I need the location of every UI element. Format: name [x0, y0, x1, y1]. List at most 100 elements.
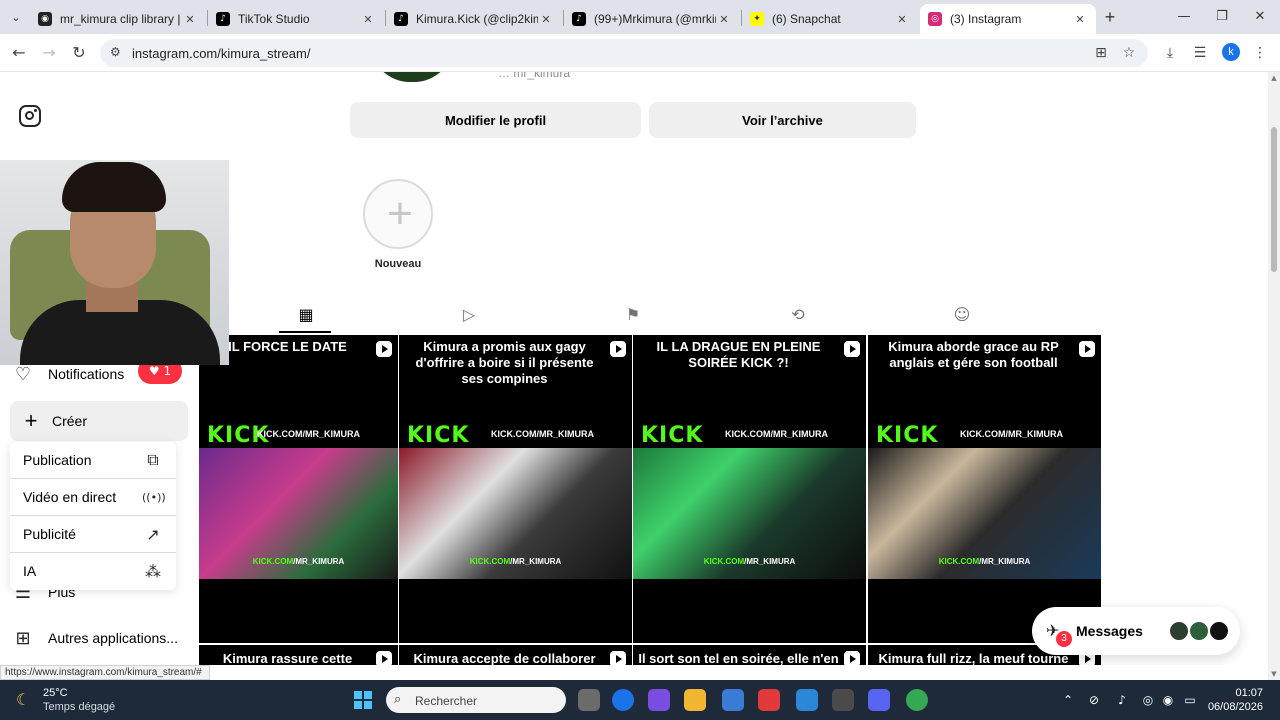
store-icon[interactable] — [722, 689, 744, 711]
location-off-icon[interactable]: ⊘ — [1086, 692, 1102, 708]
scroll-thumb[interactable] — [1271, 127, 1277, 272]
clock-date[interactable]: 06/08/2026 — [1205, 701, 1263, 713]
browser-tab[interactable]: ♪ TikTok Studio ✕ — [208, 4, 384, 34]
site-info-icon[interactable]: ⚙ — [110, 45, 124, 61]
profile-avatar-image[interactable] — [370, 72, 454, 82]
discord-icon[interactable] — [868, 689, 890, 711]
media-control-icon[interactable]: ☰ — [1190, 43, 1210, 63]
volume-icon[interactable]: ◉ — [1160, 692, 1176, 708]
clock-time[interactable]: 01:07 — [1225, 687, 1263, 699]
post-tile[interactable]: Kimura rassure cette femme qu'elle ne ri… — [199, 645, 398, 665]
reel-icon — [376, 341, 392, 357]
post-tile[interactable]: Kimura accepte de collaborer avec un ZML… — [399, 645, 632, 665]
instagram-logo-icon[interactable] — [19, 105, 41, 127]
post-caption: Kimura rassure cette femme qu'elle ne ri… — [222, 651, 353, 665]
chrome-icon[interactable] — [906, 689, 928, 711]
tab-title: mr_kimura clip library | Clip — [60, 12, 182, 26]
obs-icon[interactable] — [832, 689, 854, 711]
reel-icon — [844, 341, 860, 357]
start-button[interactable] — [354, 691, 372, 709]
search-icon: ⌕ — [394, 692, 402, 707]
reposts-tab-icon[interactable]: ⟲ — [788, 305, 808, 325]
messages-button[interactable]: ✈ 3 Messages — [1032, 607, 1240, 655]
bookmark-star-icon[interactable]: ☆ — [1120, 44, 1138, 62]
post-tile[interactable]: KICK KICK.COM/MR_KIMURA KICK.COM/MR_KIMURA… — [399, 335, 632, 643]
posts-tab-icon[interactable]: ▦ — [296, 305, 316, 325]
reels-tab-icon[interactable]: ▷ — [459, 305, 479, 325]
create-menu-item[interactable]: Publicité ↗ — [10, 516, 176, 552]
post-tile[interactable]: KICK KICK.COM/MR_KIMURA KICK.COM/MR_KIMURA… — [199, 335, 398, 643]
back-icon[interactable]: ← — [8, 42, 30, 64]
close-tab-icon[interactable]: ✕ — [182, 13, 198, 26]
taskbar-search[interactable]: ⌕ Rechercher — [386, 687, 566, 713]
reel-icon — [844, 651, 860, 665]
post-tile[interactable]: Il sort son tel en soirée, elle n'en rev… — [633, 645, 866, 665]
post-tile[interactable]: KICK KICK.COM/MR_KIMURA KICK.COM/MR_KIMURA… — [633, 335, 866, 643]
browser-toolbar: ← → ↻ ⚙ instagram.com/kimura_stream/ ⊞ ☆… — [0, 34, 1280, 72]
create-menu-label: Publication — [23, 452, 92, 468]
new-tab-button[interactable]: + — [1100, 6, 1120, 28]
app-icon[interactable] — [758, 689, 780, 711]
close-tab-icon[interactable]: ✕ — [538, 13, 554, 26]
weather-condition[interactable]: Temps dégagé — [43, 701, 115, 713]
kick-logo: KICK — [641, 423, 704, 448]
restore-button[interactable]: ❐ — [1204, 6, 1240, 28]
show-hidden-icons[interactable]: ⌃ — [1060, 692, 1076, 708]
reel-icon — [610, 651, 626, 665]
close-tab-icon[interactable]: ✕ — [360, 13, 376, 26]
create-menu-item[interactable]: Vidéo en direct ((•)) — [10, 479, 176, 515]
weather-temperature[interactable]: 25°C — [43, 687, 68, 699]
saved-tab-icon[interactable]: ⚑ — [623, 305, 643, 325]
help-icon[interactable] — [796, 689, 818, 711]
task-view-icon[interactable] — [578, 689, 600, 711]
kick-logo: KICK — [876, 423, 939, 448]
install-app-icon[interactable]: ⊞ — [1092, 44, 1110, 62]
forward-icon[interactable]: → — [38, 42, 60, 64]
browser-tab[interactable]: ♪ (99+)Mrkimura (@mrkimur✕ — [564, 4, 740, 34]
scroll-up-icon[interactable]: ▲ — [1270, 74, 1278, 82]
window-close-button[interactable]: ✕ — [1242, 6, 1278, 28]
browser-tab[interactable]: ✦ (6) Snapchat ✕ — [742, 4, 918, 34]
url-text[interactable]: instagram.com/kimura_stream/ — [132, 46, 310, 61]
reel-icon — [1079, 341, 1095, 357]
file-explorer-icon[interactable] — [684, 689, 706, 711]
battery-icon[interactable]: ▭ — [1182, 692, 1198, 708]
minimize-button[interactable]: — — [1166, 6, 1202, 28]
sidebar-item-create[interactable]: + Créer — [10, 401, 188, 441]
tagged-tab-icon[interactable]: ☺ — [952, 305, 972, 325]
create-menu-item[interactable]: IA ⁂ — [10, 553, 176, 589]
close-tab-icon[interactable]: ✕ — [1072, 13, 1088, 26]
active-tab-indicator — [279, 331, 331, 333]
view-archive-button[interactable]: Voir l’archive — [649, 102, 916, 138]
browser-tab[interactable]: ◎ (3) Instagram ✕ — [920, 4, 1096, 34]
kick-url: KICK.COM/MR_KIMURA — [725, 429, 828, 439]
close-tab-icon[interactable]: ✕ — [716, 13, 732, 26]
snapchat-icon: ✦ — [750, 12, 764, 26]
tab-search-icon[interactable]: ⌄ — [6, 8, 26, 28]
weather-moon-icon[interactable]: ☾ — [16, 690, 36, 710]
edit-profile-button[interactable]: Modifier le profil — [350, 102, 641, 138]
notification-count: 1 — [163, 364, 172, 378]
scroll-down-icon[interactable]: ▼ — [1270, 670, 1278, 678]
sidebar-item-other-apps[interactable]: ⊞ Autres applications... — [12, 618, 178, 658]
reload-icon[interactable]: ↻ — [68, 42, 90, 64]
webcam-overlay — [0, 160, 229, 365]
microphone-icon[interactable]: ♪ — [1114, 692, 1130, 708]
taskbar: ☾ 25°C Temps dégagé ⌕ Rechercher ⌃ ⊘ ♪ ◎ ◉ ▭ … — [0, 680, 1280, 720]
browser-tab[interactable]: ◉ mr_kimura clip library | Clip✕ — [30, 4, 206, 34]
profile-avatar[interactable]: k — [1222, 43, 1240, 61]
watermark-handle: /MR_KIMURA — [293, 557, 345, 566]
browser-tab[interactable]: ♪ Kimura.Kick (@clip2kimura✕ — [386, 4, 562, 34]
new-highlight-button[interactable]: + — [363, 179, 433, 249]
trend-icon: ↗ — [146, 524, 160, 544]
copilot-icon[interactable] — [648, 689, 670, 711]
chrome-icon[interactable] — [612, 689, 634, 711]
browser-menu-icon[interactable]: ⋮ — [1250, 43, 1270, 63]
address-bar[interactable]: ⚙ instagram.com/kimura_stream/ ⊞ ☆ — [100, 39, 1148, 67]
downloads-icon[interactable]: ⤓ — [1160, 43, 1180, 63]
wifi-icon[interactable]: ◎ — [1140, 692, 1156, 708]
page-scrollbar[interactable]: ▲ ▼ — [1268, 72, 1280, 680]
post-tile[interactable]: KICK KICK.COM/MR_KIMURA KICK.COM/MR_KIMURA… — [868, 335, 1101, 643]
create-menu-item[interactable]: Publication ⧉ — [10, 442, 176, 478]
close-tab-icon[interactable]: ✕ — [894, 13, 910, 26]
